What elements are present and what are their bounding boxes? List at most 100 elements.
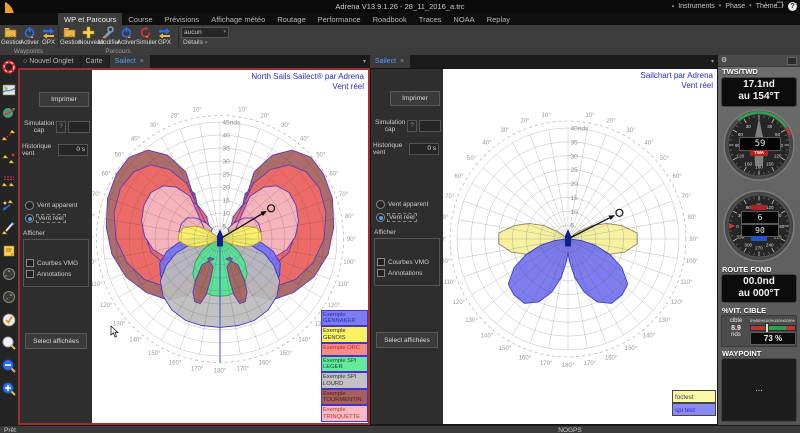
menu-tab-replay[interactable]: Replay [481,13,516,25]
tab-overflow-icon[interactable]: ▾ [363,58,366,65]
svg-text:120: 120 [737,154,745,159]
legend-item[interactable]: Exemple ORC [321,343,368,356]
vent-reel-radio[interactable]: Vent réel [20,214,92,223]
select-affichees-button[interactable]: Select affichées [25,333,87,349]
help-button[interactable]: ? [788,2,797,11]
select-check-icon[interactable] [2,313,16,327]
svg-text:80°: 80° [345,214,355,220]
svg-text:50°: 50° [316,152,326,158]
theme-menu[interactable]: Thème [756,3,778,10]
menu-tab-routage[interactable]: Routage [271,13,311,25]
instruments-menu[interactable]: Instruments [678,3,715,10]
menu-tab-previsions[interactable]: Prévisions [159,13,206,25]
details-dropdown[interactable]: Détails ▾ [183,39,207,46]
menu-tab-wp-et-parcours[interactable]: WP et Parcours [58,13,122,25]
legend-item[interactable]: foctest [672,390,716,403]
svg-text:30°: 30° [500,128,510,134]
svg-text:110°: 110° [680,280,693,286]
waypoint-goto-icon[interactable] [2,198,16,212]
tab-sailect-right[interactable]: Sailect× [370,55,410,68]
menu-tab-traces[interactable]: Traces [413,13,448,25]
left-pane-tab-bar: ○ Nouvel Onglet Carte Sailect× ▾ [18,55,370,68]
vit-cible-label: %VIT. CIBLE [718,306,800,315]
tab-overflow-icon[interactable]: ▾ [711,58,714,65]
menu-tab-course[interactable]: Course [122,13,158,25]
historique-vent-input[interactable]: 0 s [58,144,88,156]
menu-tab-noaa[interactable]: NOAA [447,13,480,25]
tab-sailect-left[interactable]: Sailect× [110,55,150,68]
vit-gauge-bar [750,325,796,331]
legend-item[interactable]: Exemple TOURMENTIN [321,389,368,406]
svg-text:110°: 110° [92,282,103,288]
chevron-down-icon: ▾ [223,28,226,37]
folder-icon [63,26,76,39]
tab-carte[interactable]: Carte [81,55,109,68]
legend-item[interactable]: Exemple GENOIS [321,326,368,343]
collapse-ribbon-icon[interactable]: ▴ [672,3,675,9]
adrena-window: Adrena V13.9.1.26 - 28_11_2016_a.trc – ❐… [0,0,800,433]
svg-text:160°: 160° [169,361,182,367]
note-icon[interactable] [2,244,16,258]
svg-text:60°: 60° [454,174,464,180]
legend-item[interactable]: Exemple SPI LEGER [321,356,368,373]
svg-text:10°: 10° [238,107,248,113]
svg-text:20°: 20° [170,113,180,119]
sidebar-menu-icon[interactable] [787,57,797,65]
man-overboard-icon[interactable] [2,60,16,74]
close-tab-icon[interactable]: × [400,58,404,65]
legend-item[interactable]: Exemple TRINQUETTE [321,405,368,422]
svg-text:240: 240 [766,242,774,247]
svg-text:140°: 140° [643,333,656,339]
chevron-down-icon: ▾ [749,3,752,9]
svg-text:70°: 70° [339,192,349,198]
svg-text:30: 30 [767,124,773,129]
globe-route-icon[interactable] [2,106,16,120]
simulation-cap-input[interactable] [68,121,90,133]
sailchart-pane-right: Sailect× ▾ Imprimer Simulation cap ? His… [370,55,718,425]
svg-text:120°: 120° [100,303,113,309]
vent-reel-radio[interactable]: Vent réel [371,213,443,222]
select-affichees-button[interactable]: Select affichées [376,332,438,348]
menu-tab-performance[interactable]: Performance [312,13,367,25]
zoom-area-icon[interactable] [2,336,16,350]
phase-menu[interactable]: Phase [725,3,745,10]
afficher-group: Courbes VMG Annotations [374,238,440,286]
chart-map-icon[interactable] [2,83,16,97]
vent-apparent-radio[interactable]: Vent apparent [371,200,443,209]
zoom-out-icon[interactable] [2,359,16,373]
menu-tab-affichage-meteo[interactable]: Affichage météo [205,13,271,25]
instruments-sidebar: ⚙ TWS/TWD 17.1nd au 154°T 30306060909012… [718,55,800,425]
legend-item[interactable]: spi test [672,403,716,416]
dial-icon[interactable] [2,267,16,281]
svg-text:120: 120 [766,205,774,210]
annotations-checkbox[interactable]: Annotations [375,269,439,277]
route-waypoints-icon[interactable] [2,129,16,143]
gear-icon[interactable]: ⚙ [721,56,727,64]
dial-icon[interactable] [2,290,16,304]
vit-scale-labels: 0% 50% 100% 150% 200% [750,318,794,323]
waypoint-marks-icon[interactable] [2,152,16,166]
legend-item[interactable]: Exemple SPI LOURD [321,372,368,389]
route-dropdown[interactable]: aucun▾ [181,27,229,38]
svg-text:140°: 140° [129,338,142,344]
polar-chart-sailchart[interactable]: 510152025303540nds10°10°20°20°30°30°40°4… [443,69,717,424]
simulation-cap-input[interactable] [419,120,441,132]
imprimer-button[interactable]: Imprimer [390,91,440,106]
historique-vent-input[interactable]: 0 s [409,143,439,155]
vent-apparent-radio[interactable]: Vent apparent [20,201,92,210]
svg-text:15: 15 [571,195,579,202]
courbes-vmg-checkbox[interactable]: Courbes VMG [375,258,439,266]
checkbox-icon [26,270,34,278]
tab-nouvel-onglet[interactable]: ○ Nouvel Onglet [18,55,80,68]
zoom-in-icon[interactable] [2,382,16,396]
menu-tab-roadbook[interactable]: Roadbook [367,13,413,25]
legend-item[interactable]: Exemple GENNAKER [321,310,368,327]
svg-text:40°: 40° [483,141,493,147]
edit-mark-icon[interactable] [2,221,16,235]
waypoint-list-icon[interactable] [2,175,16,189]
imprimer-button[interactable]: Imprimer [39,92,89,107]
annotations-checkbox[interactable]: Annotations [24,270,88,278]
close-tab-icon[interactable]: × [140,58,144,65]
svg-text:50°: 50° [115,152,125,158]
courbes-vmg-checkbox[interactable]: Courbes VMG [24,259,88,267]
